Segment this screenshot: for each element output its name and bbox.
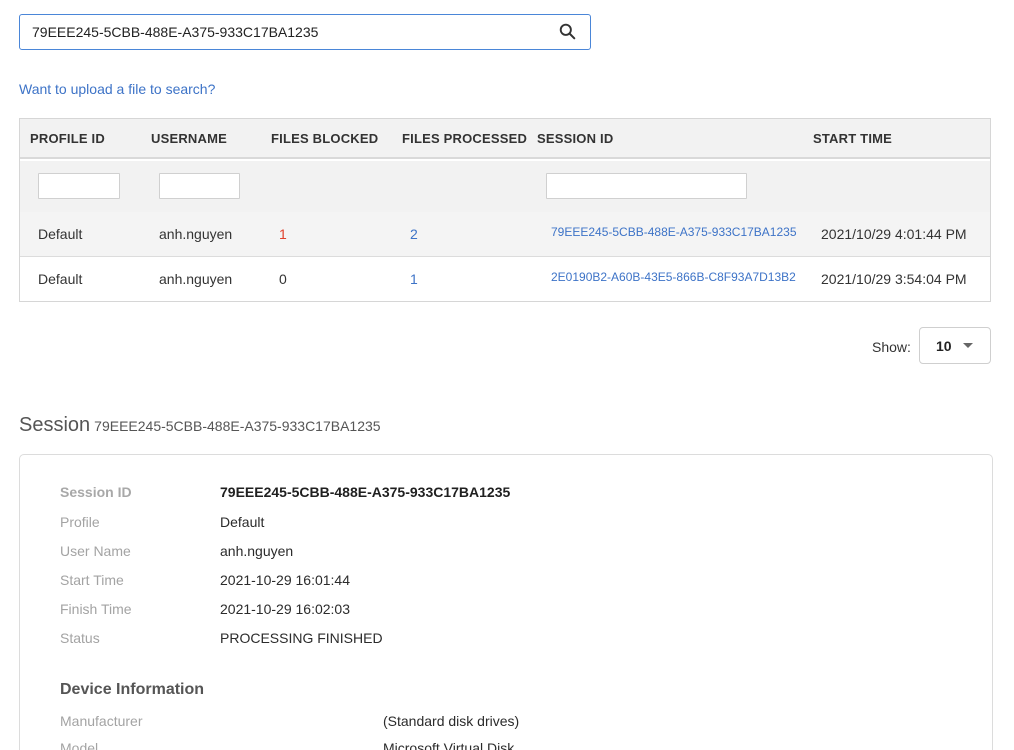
field-label-finish-time: Finish Time — [60, 601, 132, 617]
session-id-filter-input[interactable] — [546, 173, 747, 199]
field-value-session-id: 79EEE245-5CBB-488E-A375-933C17BA1235 — [220, 484, 511, 500]
field-label-profile: Profile — [60, 514, 100, 530]
field-value-user-name: anh.nguyen — [220, 543, 294, 559]
column-header-session-id[interactable]: SESSION ID — [537, 131, 613, 146]
column-header-files-processed[interactable]: FILES PROCESSED — [402, 131, 527, 146]
username-cell: anh.nguyen — [159, 271, 233, 287]
start-time-cell: 2021/10/29 4:01:44 PM — [821, 226, 967, 242]
table-header: PROFILE ID USERNAME FILES BLOCKED FILES … — [20, 119, 990, 159]
device-information-heading: Device Information — [60, 681, 205, 698]
session-heading-label: Session — [19, 414, 91, 436]
field-value-manufacturer: (Standard disk drives) — [383, 713, 520, 729]
username-cell: anh.nguyen — [159, 226, 233, 242]
field-label-session-id: Session ID — [60, 484, 132, 500]
table-row[interactable]: Default anh.nguyen 0 1 2E0190B2-A60B-43E… — [20, 257, 990, 302]
field-value-start-time: 2021-10-29 16:01:44 — [220, 572, 350, 588]
field-label-user-name: User Name — [60, 543, 131, 559]
start-clock: 3:54:04 PM — [894, 271, 967, 287]
field-value-profile: Default — [220, 514, 265, 530]
search-box — [19, 14, 591, 50]
upload-file-link[interactable]: Want to upload a file to search? — [19, 81, 215, 97]
session-heading-id: 79EEE245-5CBB-488E-A375-933C17BA1235 — [94, 418, 381, 434]
files-blocked-cell: 1 — [279, 226, 287, 242]
column-header-start-time[interactable]: START TIME — [813, 131, 892, 146]
field-label-status: Status — [60, 630, 100, 646]
start-time-cell: 2021/10/29 3:54:04 PM — [821, 271, 967, 287]
column-header-profile-id[interactable]: PROFILE ID — [30, 131, 105, 146]
start-clock: 4:01:44 PM — [894, 226, 967, 242]
session-heading: Session 79EEE245-5CBB-488E-A375-933C17BA1… — [19, 414, 381, 437]
files-processed-link[interactable]: 1 — [410, 271, 418, 287]
search-icon[interactable] — [559, 23, 576, 40]
username-filter-input[interactable] — [159, 173, 240, 199]
start-date: 2021/10/29 — [821, 226, 892, 242]
page-size-select[interactable]: 10 — [919, 327, 991, 364]
files-processed-link[interactable]: 2 — [410, 226, 418, 242]
caret-down-icon — [963, 343, 973, 348]
start-date: 2021/10/29 — [821, 271, 892, 287]
table-row[interactable]: Default anh.nguyen 1 2 79EEE245-5CBB-488… — [20, 212, 990, 257]
field-value-status: PROCESSING FINISHED — [220, 630, 383, 646]
field-label-model: Model — [60, 740, 99, 750]
profile-cell: Default — [38, 271, 83, 287]
profile-id-filter-input[interactable] — [38, 173, 120, 199]
page-size-label: Show: — [872, 339, 911, 355]
sessions-table: PROFILE ID USERNAME FILES BLOCKED FILES … — [19, 118, 991, 302]
field-value-model: Microsoft Virtual Disk — [383, 740, 515, 750]
column-header-files-blocked[interactable]: FILES BLOCKED — [271, 131, 378, 146]
page-size-value: 10 — [936, 338, 952, 354]
field-label-start-time: Start Time — [60, 572, 124, 588]
search-input[interactable] — [20, 15, 550, 49]
field-label-manufacturer: Manufacturer — [60, 713, 143, 729]
field-value-finish-time: 2021-10-29 16:02:03 — [220, 601, 350, 617]
session-id-link[interactable]: 79EEE245-5CBB-488E-A375-933C17BA1235 — [551, 225, 797, 239]
session-id-link[interactable]: 2E0190B2-A60B-43E5-866B-C8F93A7D13B2 — [551, 270, 796, 284]
files-blocked-cell: 0 — [279, 271, 287, 287]
session-details-card: Session ID 79EEE245-5CBB-488E-A375-933C1… — [19, 454, 993, 750]
column-header-username[interactable]: USERNAME — [151, 131, 227, 146]
profile-cell: Default — [38, 226, 83, 242]
filter-row — [20, 161, 990, 213]
